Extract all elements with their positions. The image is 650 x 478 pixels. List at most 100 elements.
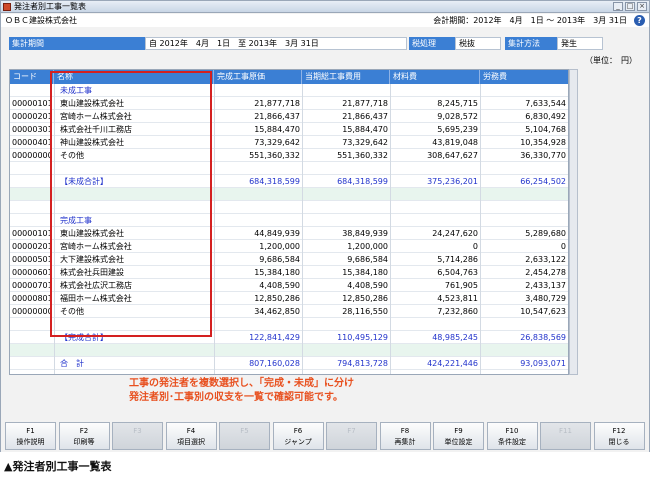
- function-key-number: F12: [612, 427, 626, 435]
- close-button[interactable]: ×: [637, 2, 647, 11]
- completed-cost-cell: 807,160,028: [249, 359, 300, 368]
- labor-cost-cell: 26,838,569: [520, 333, 566, 342]
- completed-cost-cell: 15,884,470: [254, 125, 300, 134]
- material-cost-cell: [392, 214, 478, 227]
- condition-bar: 集計期間 自 2012年 4月 1日 至 2013年 3月 31日 税処理 税抜…: [9, 37, 643, 50]
- total-cost-cell: 4,408,590: [347, 281, 388, 290]
- company-name: ＯＢＣ建設株式会社: [5, 16, 77, 25]
- completed-cost-cell: 551,360,332: [249, 151, 300, 160]
- name-cell: [58, 370, 214, 374]
- completed-cost-cell: [216, 318, 300, 331]
- material-cost-cell: 7,232,860: [437, 307, 478, 316]
- function-key-number: F4: [186, 427, 196, 435]
- vertical-scrollbar[interactable]: [569, 69, 578, 375]
- table-row[interactable]: 合 計 807,160,028 794,813,728 424,221,446 93,0…: [10, 357, 568, 370]
- table-row[interactable]: [10, 344, 568, 357]
- function-key-f11: F11: [540, 422, 591, 450]
- code-cell: [12, 318, 52, 331]
- total-cost-cell: [304, 162, 388, 175]
- function-key-label: 単位設定: [444, 438, 473, 446]
- labor-cost-cell: 36,330,770: [520, 151, 566, 160]
- header-labor-cost[interactable]: 労務費: [480, 70, 568, 84]
- code-cell: 00000801: [12, 294, 52, 303]
- code-cell: 00000101: [12, 99, 52, 108]
- material-cost-cell: 761,905: [444, 281, 478, 290]
- total-cost-cell: [304, 188, 388, 201]
- total-cost-cell: [304, 318, 388, 331]
- labor-cost-cell: 3,480,729: [525, 294, 566, 303]
- total-cost-cell: 21,866,437: [342, 112, 388, 121]
- code-cell: 00000000: [12, 307, 52, 316]
- total-cost-cell: 73,329,642: [342, 138, 388, 147]
- completed-cost-cell: [216, 188, 300, 201]
- function-key-number: F2: [79, 427, 89, 435]
- annotation-line-1: 工事の発注者を複数選択し、「完成・未成」に分け: [129, 378, 354, 389]
- code-cell: [12, 357, 52, 370]
- completed-cost-cell: 73,329,642: [254, 138, 300, 147]
- header-total-cost[interactable]: 当期総工事費用: [302, 70, 390, 84]
- total-cost-cell: 28,116,550: [342, 307, 388, 316]
- completed-cost-cell: [216, 201, 300, 214]
- help-icon[interactable]: ?: [634, 15, 645, 26]
- function-key-f12[interactable]: F12 閉じる: [593, 422, 645, 450]
- material-cost-cell: 9,028,572: [437, 112, 478, 121]
- completed-cost-cell: 21,866,437: [254, 112, 300, 121]
- code-cell: 00000101: [12, 229, 52, 238]
- function-key-label: 条件設定: [498, 438, 526, 446]
- caption: ▲発注者別工事一覧表: [4, 460, 112, 473]
- function-key-f8[interactable]: F8 再集計: [379, 422, 431, 450]
- total-cost-cell: 1,200,000: [347, 242, 388, 251]
- material-cost-cell: [392, 318, 478, 331]
- total-cost-cell: 794,813,728: [337, 359, 388, 368]
- header-material-cost[interactable]: 材料費: [390, 70, 480, 84]
- labor-cost-cell: [482, 84, 566, 97]
- function-key-f10[interactable]: F10 条件設定: [486, 422, 538, 450]
- annotation-line-2: 発注者別･工事別の収支を一覧で確認可能です。: [129, 392, 343, 403]
- code-cell: [12, 214, 52, 227]
- column-divider: [302, 84, 303, 374]
- material-cost-cell: 48,985,245: [432, 333, 478, 342]
- labor-cost-cell: 0: [560, 242, 566, 251]
- code-cell: 00000401: [12, 138, 52, 147]
- code-cell: 00000301: [12, 125, 52, 134]
- function-key-f2[interactable]: F2 印刷等: [58, 422, 110, 450]
- name-cell: [58, 344, 214, 357]
- total-cost-cell: 15,884,470: [342, 125, 388, 134]
- material-cost-cell: 375,236,201: [427, 177, 478, 186]
- function-key-f6[interactable]: F6 ジャンプ: [272, 422, 324, 450]
- code-cell: 00000501: [12, 255, 52, 264]
- function-key-number: F7: [347, 427, 356, 435]
- labor-cost-cell: 6,830,492: [525, 112, 566, 121]
- code-cell: 00000201: [12, 242, 52, 251]
- code-cell: [12, 188, 52, 201]
- completed-cost-cell: 9,686,584: [259, 255, 300, 264]
- total-cost-cell: 15,384,180: [342, 268, 388, 277]
- function-key-f1[interactable]: F1 操作説明: [5, 422, 56, 450]
- fiscal-period: 会計期間：2012年 4月 1日 ～ 2013年 3月 31日: [433, 16, 627, 25]
- code-cell: 00000000: [12, 151, 52, 160]
- labor-cost-cell: [482, 344, 566, 357]
- function-key-f4[interactable]: F4 項目選択: [165, 422, 217, 450]
- labor-cost-cell: 2,454,278: [525, 268, 566, 277]
- table-row[interactable]: [10, 370, 568, 374]
- minimize-button[interactable]: _: [613, 2, 623, 11]
- material-cost-cell: 8,245,715: [437, 99, 478, 108]
- method-value: 発生: [557, 37, 603, 50]
- unit-label: （単位： 円）: [585, 56, 637, 65]
- function-key-f5: F5: [219, 422, 270, 450]
- function-key-label: 再集計: [394, 438, 416, 446]
- code-cell: [12, 175, 52, 188]
- info-bar: ＯＢＣ建設株式会社 会計期間：2012年 4月 1日 ～ 2013年 3月 31…: [1, 14, 649, 27]
- function-key-f9[interactable]: F9 単位設定: [433, 422, 484, 450]
- highlight-box: [50, 71, 212, 337]
- header-completed-cost[interactable]: 完成工事原価: [214, 70, 302, 84]
- header-code[interactable]: コード: [10, 70, 54, 84]
- total-cost-cell: 110,495,129: [337, 333, 388, 342]
- function-key-number: F9: [454, 427, 463, 435]
- maximize-button[interactable]: □: [625, 2, 635, 11]
- function-key-number: F6: [293, 427, 303, 435]
- column-divider: [390, 84, 391, 374]
- code-cell: [12, 331, 52, 344]
- column-divider: [480, 84, 481, 374]
- labor-cost-cell: [482, 318, 566, 331]
